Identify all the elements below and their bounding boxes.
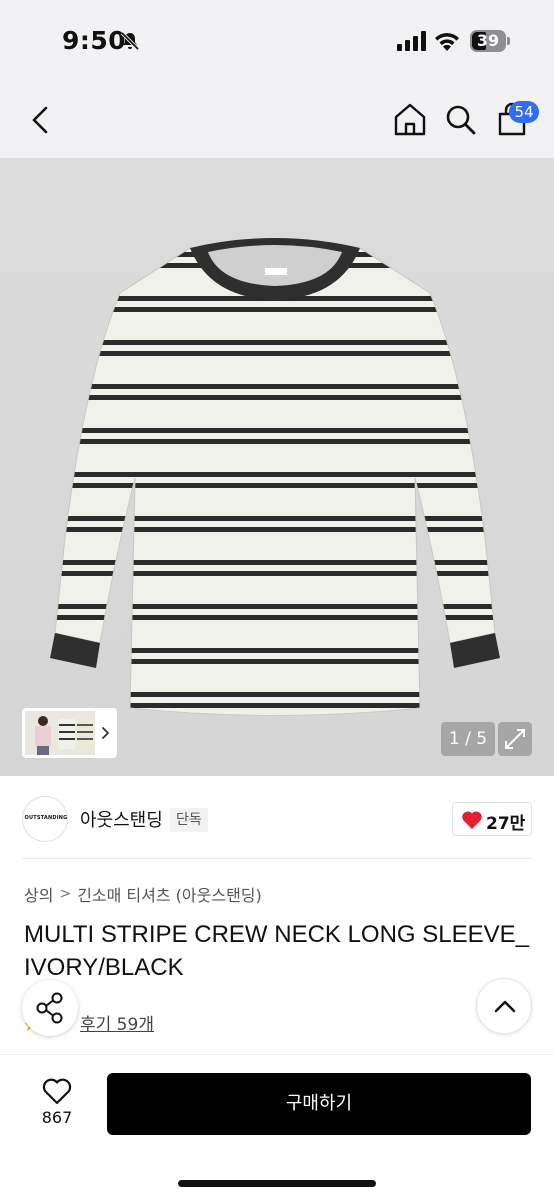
wishlist-button[interactable]: 867 [30,1074,84,1134]
image-page-counter: 1 / 5 [441,722,495,756]
chevron-right-icon[interactable] [100,722,112,744]
breadcrumb-subcategory[interactable]: 긴소매 티셔츠 (아웃스탠딩) [77,882,262,906]
thumbnail-image[interactable] [25,711,95,755]
exclusive-badge: 단독 [170,808,208,832]
product-title: MULTI STRIPE CREW NECK LONG SLEEVE_IVORY… [24,921,529,981]
divider [22,858,532,859]
search-icon[interactable] [443,101,479,139]
battery-indicator: 39 [470,30,510,52]
status-time: 9:50 [62,26,127,55]
scroll-top-button[interactable] [476,978,532,1034]
home-icon[interactable] [392,100,428,140]
breadcrumb: 상의 > 긴소매 티셔츠 (아웃스탠딩) [24,882,262,906]
home-indicator [178,1180,376,1187]
bell-muted-icon [120,31,140,51]
cellular-signal-icon [397,31,426,51]
chevron-right-icon: > [59,886,72,902]
buy-button[interactable]: 구매하기 [107,1073,531,1135]
product-image-carousel[interactable]: 1 / 5 [0,158,554,776]
navigation-bar [0,80,554,158]
heart-outline-icon [42,1078,72,1105]
battery-level: 39 [476,31,500,50]
expand-icon[interactable] [498,722,532,756]
heart-filled-icon [462,811,482,829]
review-count-link[interactable]: 후기 59개 [80,1010,154,1035]
brand-logo[interactable]: OUTSTANDING [22,796,68,842]
thumbnail-strip[interactable] [22,708,117,758]
brand-name[interactable]: 아웃스탠딩 [80,806,163,832]
share-icon [36,992,63,1024]
product-photo-striped-shirt [50,238,500,716]
brand-logo-text: OUTSTANDING [24,815,68,821]
brand-like-button[interactable]: 27만 [452,802,532,836]
back-icon[interactable] [24,100,58,140]
chevron-up-icon [494,1000,516,1013]
brand-like-count: 27만 [486,814,526,834]
cart-count-badge: 54 [509,101,539,123]
share-button[interactable] [22,980,78,1036]
status-bar: 9:50 39 [0,0,554,80]
breadcrumb-category[interactable]: 상의 [24,882,53,906]
wishlist-count: 867 [41,1108,73,1127]
wifi-icon [435,33,459,51]
